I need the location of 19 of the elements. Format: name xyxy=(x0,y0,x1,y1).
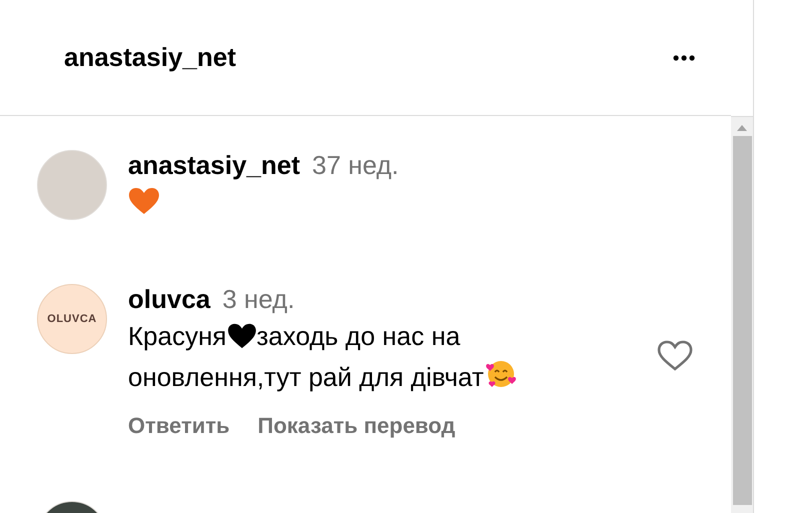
like-button[interactable] xyxy=(657,340,693,372)
comment-action-link[interactable]: Ответить xyxy=(128,413,230,439)
heart-outline-icon xyxy=(657,340,693,372)
scroll-up-icon[interactable] xyxy=(737,125,747,131)
scrollbar-thumb[interactable] xyxy=(732,136,752,505)
comment-username[interactable]: anastasiy_net xyxy=(128,150,300,181)
heart-icon xyxy=(226,323,257,349)
comment-action-link[interactable]: Показать перевод xyxy=(258,413,456,439)
comment-username[interactable]: oluvca xyxy=(128,284,210,315)
header-title: anastasiy_net xyxy=(64,42,236,73)
avatar[interactable]: OLUVCA xyxy=(37,284,107,354)
comment-time: 37 нед. xyxy=(312,150,399,181)
scrollbar[interactable] xyxy=(731,116,753,513)
more-icon xyxy=(673,54,695,60)
heart-icon xyxy=(128,187,160,215)
comment-time: 3 нед. xyxy=(222,284,295,315)
avatar-logo-text: OLUVCA xyxy=(47,313,97,325)
more-options-button[interactable] xyxy=(673,54,695,60)
comment-text: Красуня заходь до нас на оновлення,тут рай для дівчат xyxy=(128,317,598,397)
